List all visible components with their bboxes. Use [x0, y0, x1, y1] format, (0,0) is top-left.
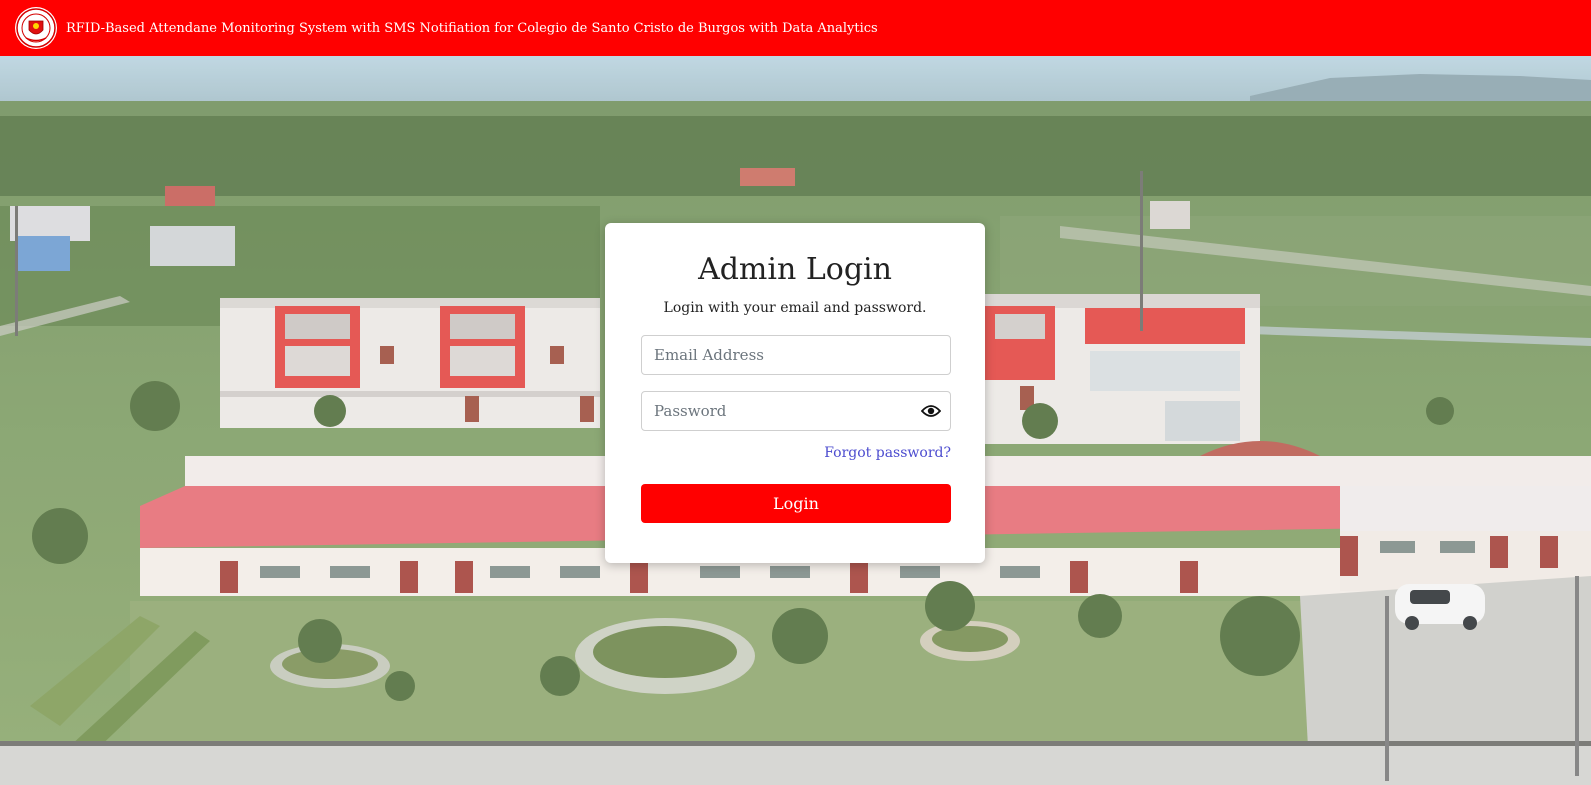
login-card: Admin Login Login with your email and pa… [605, 223, 985, 563]
forgot-password-link[interactable]: Forgot password? [824, 445, 951, 461]
eye-icon[interactable] [920, 400, 942, 422]
forgot-password-row: Forgot password? [641, 443, 951, 462]
header-bar: RFID-Based Attendane Monitoring System w… [0, 0, 1591, 56]
login-subtitle: Login with your email and password. [663, 300, 927, 316]
app-title: RFID-Based Attendane Monitoring System w… [66, 20, 878, 36]
login-title: Admin Login [698, 252, 892, 287]
email-field[interactable] [642, 336, 950, 374]
password-field-wrapper [641, 391, 951, 431]
email-field-wrapper [641, 335, 951, 375]
login-button[interactable]: Login [641, 484, 951, 523]
password-field[interactable] [642, 392, 950, 430]
school-seal-icon [15, 7, 57, 49]
